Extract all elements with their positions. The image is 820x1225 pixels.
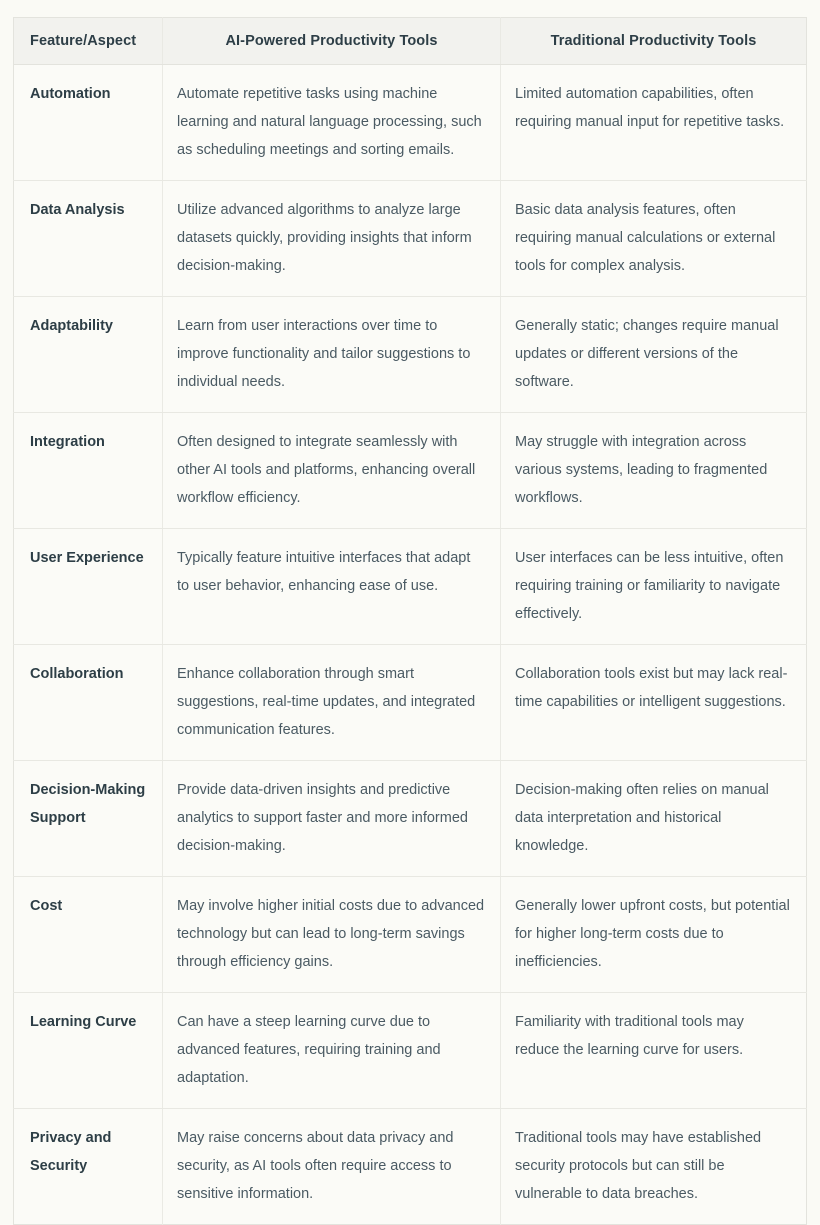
cell-traditional-tools: Familiarity with traditional tools may r… <box>500 992 807 1109</box>
comparison-table: Feature/Aspect AI-Powered Productivity T… <box>13 17 807 1225</box>
cell-traditional-tools: Basic data analysis features, often requ… <box>500 180 807 297</box>
table-row: Cost May involve higher initial costs due… <box>13 876 807 993</box>
cell-feature: Automation <box>13 64 163 181</box>
table-row: Privacy and Security May raise concerns a… <box>13 1108 807 1225</box>
column-header-ai-tools: AI-Powered Productivity Tools <box>162 17 501 65</box>
cell-traditional-tools: User interfaces can be less intuitive, o… <box>500 528 807 645</box>
cell-feature: Cost <box>13 876 163 993</box>
cell-traditional-tools: Traditional tools may have established s… <box>515 1130 762 1202</box>
cell-ai-tools: Automate repetitive tasks using machine … <box>162 64 501 181</box>
table-row: Learning Curve Can have a steep learning … <box>13 992 807 1109</box>
cell-ai-tools: Often designed to integrate seamlessly w… <box>162 412 501 529</box>
cell-traditional-tools: Collaboration tools exist but may lack r… <box>500 644 807 761</box>
table-header: Feature/Aspect AI-Powered Productivity T… <box>13 17 807 65</box>
cell-ai-tools: Learn from user interactions over time t… <box>162 296 501 413</box>
cell-traditional-tools: Generally static; changes require manual… <box>500 296 807 413</box>
table-row: Data Analysis Utilize advanced algorithms… <box>13 180 807 297</box>
table-row: Automation Automate repetitive tasks usin… <box>13 64 807 181</box>
cell-feature: Collaboration <box>13 644 163 761</box>
table-row: User Experience Typically feature intuiti… <box>13 528 807 645</box>
cell-feature: Learning Curve <box>13 992 163 1109</box>
cell-ai-tools: Enhance collaboration through smart sugg… <box>162 644 501 761</box>
page-container: Feature/Aspect AI-Powered Productivity T… <box>0 0 820 1225</box>
cell-feature: Integration <box>13 412 163 529</box>
column-header-traditional-tools: Traditional Productivity Tools <box>500 17 807 65</box>
cell-traditional-tools: May struggle with integration across var… <box>500 412 807 529</box>
column-header-feature: Feature/Aspect <box>13 17 163 65</box>
cell-feature: Privacy and Security <box>13 1108 163 1225</box>
cell-ai-tools: Utilize advanced algorithms to analyze l… <box>162 180 501 297</box>
table-row: Integration Often designed to integrate s… <box>13 412 807 529</box>
cell-ai-tools: May raise concerns about data privacy an… <box>162 1108 501 1225</box>
table-row: Decision-Making Support Provide data-driv… <box>13 760 807 877</box>
table-body: Automation Automate repetitive tasks usin… <box>13 64 807 1225</box>
cell-ai-tools: Typically feature intuitive interfaces t… <box>162 528 501 645</box>
cell-feature: User Experience <box>13 528 163 645</box>
table-header-row: Feature/Aspect AI-Powered Productivity T… <box>13 17 807 65</box>
cell-feature: Data Analysis <box>13 180 163 297</box>
cell-feature: Decision-Making Support <box>13 760 163 877</box>
cell-traditional-tools: Decision-making often relies on manual d… <box>500 760 807 877</box>
cell-traditional-tools: Generally lower upfront costs, but poten… <box>500 876 807 993</box>
table-row: Collaboration Enhance collaboration throu… <box>13 644 807 761</box>
cell-ai-tools: Provide data-driven insights and predict… <box>162 760 501 877</box>
cell-traditional-tools: Limited automation capabilities, often r… <box>500 64 807 181</box>
table-row: Adaptability Learn from user interactions… <box>13 296 807 413</box>
cell-feature: Adaptability <box>13 296 163 413</box>
cell-ai-tools: May involve higher initial costs due to … <box>162 876 501 993</box>
cell-ai-tools: Can have a steep learning curve due to a… <box>162 992 501 1109</box>
